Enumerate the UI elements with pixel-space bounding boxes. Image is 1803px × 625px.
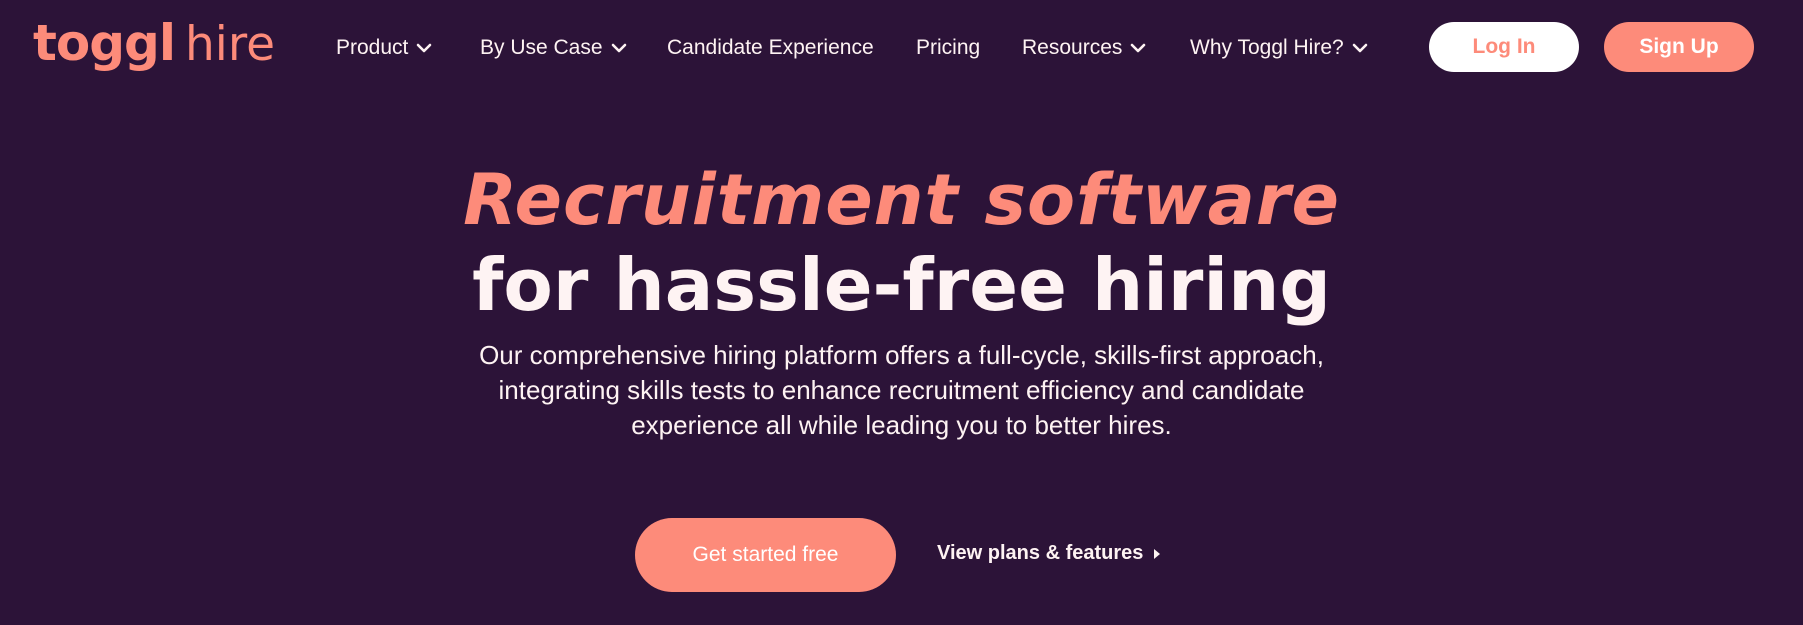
get-started-button[interactable]: Get started free (635, 518, 896, 592)
nav-item-label: Why Toggl Hire? (1190, 36, 1344, 59)
logo-subwordmark: hire (184, 17, 276, 72)
view-plans-link[interactable]: View plans & features (937, 542, 1161, 565)
chevron-down-icon (417, 43, 432, 53)
nav-item-resources[interactable]: Resources (1022, 36, 1146, 60)
nav-item-label: By Use Case (480, 36, 603, 59)
nav-item-label: Candidate Experience (667, 36, 874, 59)
logo-wordmark: toggl (33, 14, 176, 72)
view-plans-label: View plans & features (937, 542, 1144, 564)
caret-right-icon (1154, 548, 1161, 559)
hero-subtitle: Our comprehensive hiring platform offers… (479, 340, 1324, 440)
nav-item-label: Pricing (916, 36, 981, 59)
nav-item-label: Product (336, 36, 409, 59)
nav-item-candidate-experience[interactable]: Candidate Experience (667, 36, 874, 60)
site-header: toggl hire Product By Use Case Candidate… (0, 0, 1803, 96)
login-button[interactable]: Log In (1429, 22, 1579, 72)
nav-item-by-use-case[interactable]: By Use Case (480, 36, 627, 60)
hero-section: Recruitment software for hassle-free hir… (0, 160, 1803, 443)
hero-cta-row: Get started free View plans & features (0, 518, 1803, 592)
chevron-down-icon (1352, 43, 1367, 53)
signup-button[interactable]: Sign Up (1604, 22, 1754, 72)
chevron-down-icon (611, 43, 626, 53)
chevron-down-icon (1131, 43, 1146, 53)
nav-item-product[interactable]: Product (336, 36, 432, 60)
hero-headline-main: for hassle-free hiring (472, 243, 1331, 327)
nav-item-label: Resources (1022, 36, 1123, 59)
nav-item-pricing[interactable]: Pricing (916, 36, 980, 60)
nav-item-why-toggl-hire[interactable]: Why Toggl Hire? (1190, 36, 1368, 60)
toggl-hire-logo[interactable]: toggl hire (33, 14, 275, 72)
hero-headline-accent: Recruitment software (463, 159, 1340, 241)
